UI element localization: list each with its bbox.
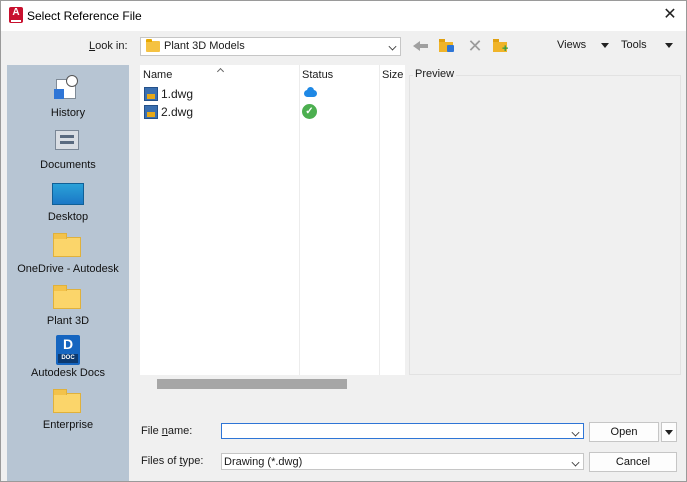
file-list[interactable]: Name Status Size 1.dwg 2.dwg ✓ <box>140 65 405 375</box>
dwg-file-icon <box>144 87 158 101</box>
place-label: History <box>50 107 86 119</box>
file-name: 1.dwg <box>161 87 194 101</box>
new-folder-icon[interactable]: + <box>491 37 511 55</box>
place-autodesk-docs[interactable]: D DOC Autodesk Docs <box>7 329 129 381</box>
documents-icon <box>52 127 82 153</box>
place-label: Documents <box>40 159 96 171</box>
file-row[interactable]: 2.dwg ✓ <box>140 103 405 121</box>
folder-icon <box>52 231 82 257</box>
column-header-name[interactable]: Name <box>143 69 172 81</box>
place-label: Autodesk Docs <box>31 367 105 379</box>
chevron-down-icon <box>388 42 397 51</box>
dwg-file-icon <box>144 105 158 119</box>
desktop-icon <box>52 179 84 205</box>
views-menu[interactable]: Views <box>557 39 586 51</box>
file-type-dropdown[interactable]: Drawing (*.dwg) <box>221 453 584 470</box>
column-header-size[interactable]: Size <box>382 69 403 81</box>
dialog-window: A Select Reference File ✕ Look in: Plant… <box>0 0 687 482</box>
close-icon: ✕ <box>663 6 677 23</box>
cloud-icon <box>302 87 318 98</box>
delete-icon[interactable]: ✕ <box>465 37 485 55</box>
chevron-down-icon <box>571 458 580 467</box>
back-icon[interactable] <box>411 37 431 55</box>
place-documents[interactable]: Documents <box>7 121 129 173</box>
tools-dropdown-icon[interactable] <box>665 43 673 48</box>
open-options-button[interactable] <box>661 422 677 442</box>
app-icon: A <box>9 7 23 23</box>
place-label: Plant 3D <box>46 315 90 327</box>
chevron-down-icon[interactable] <box>571 428 580 437</box>
title-bar: A Select Reference File ✕ <box>1 1 686 31</box>
place-desktop[interactable]: Desktop <box>7 173 129 225</box>
up-folder-icon[interactable] <box>437 37 457 55</box>
folder-icon <box>52 387 82 413</box>
place-label: OneDrive - Autodesk <box>17 263 119 275</box>
sort-ascending-icon <box>216 67 225 76</box>
autodesk-docs-icon: D DOC <box>52 335 82 365</box>
tools-menu[interactable]: Tools <box>621 39 647 51</box>
cancel-button[interactable]: Cancel <box>589 452 677 472</box>
caret-down-icon <box>665 430 673 435</box>
file-name: 2.dwg <box>161 105 194 119</box>
place-enterprise[interactable]: Enterprise <box>7 381 129 433</box>
column-header-status[interactable]: Status <box>302 69 333 81</box>
views-dropdown-icon[interactable] <box>601 43 609 48</box>
file-type-label: Files of type: <box>141 455 204 467</box>
scrollbar-thumb[interactable] <box>157 379 347 389</box>
look-in-label: Look in: <box>89 40 128 52</box>
look-in-dropdown[interactable]: Plant 3D Models <box>140 37 401 56</box>
file-name-input[interactable] <box>221 423 584 439</box>
file-type-value: Drawing (*.dwg) <box>224 456 303 468</box>
history-icon <box>52 75 82 101</box>
preview-panel <box>409 75 681 375</box>
place-label: Enterprise <box>42 419 94 431</box>
places-bar: History Documents Desktop OneDrive - Aut… <box>7 65 129 481</box>
place-history[interactable]: History <box>7 69 129 121</box>
place-plant3d[interactable]: Plant 3D <box>7 277 129 329</box>
folder-icon <box>146 39 160 52</box>
file-row[interactable]: 1.dwg <box>140 85 405 103</box>
look-in-value: Plant 3D Models <box>164 40 245 52</box>
preview-label: Preview <box>413 68 457 80</box>
place-onedrive[interactable]: OneDrive - Autodesk <box>7 225 129 277</box>
folder-icon <box>52 283 82 309</box>
place-label: Desktop <box>47 211 89 223</box>
dialog-title: Select Reference File <box>27 9 142 23</box>
open-button[interactable]: Open <box>589 422 659 442</box>
close-button[interactable]: ✕ <box>661 7 679 25</box>
file-name-label: File name: <box>141 425 193 437</box>
check-circle-icon: ✓ <box>302 104 317 119</box>
